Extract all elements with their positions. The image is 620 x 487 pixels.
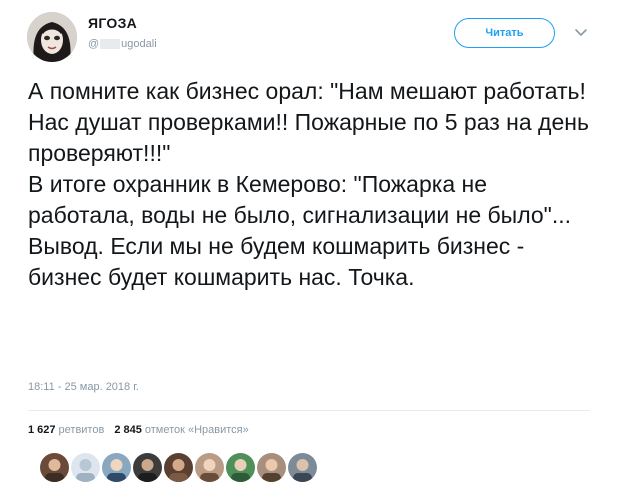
chevron-down-icon[interactable] bbox=[574, 28, 588, 38]
handle-suffix: ugodali bbox=[121, 38, 157, 50]
divider bbox=[28, 410, 590, 411]
tweet-stats: 1 627 ретвитов 2 845 отметок «Нравится» bbox=[28, 424, 249, 436]
liker-avatar[interactable] bbox=[257, 453, 286, 482]
tweet-header: ЯГОЗА @ ugodali Читать bbox=[0, 0, 620, 70]
tweet-text: А помните как бизнес орал: "Нам мешают р… bbox=[28, 78, 589, 290]
liker-avatar[interactable] bbox=[195, 453, 224, 482]
tweet-timestamp[interactable]: 18:11 - 25 мар. 2018 г. bbox=[28, 381, 139, 393]
liker-avatar[interactable] bbox=[164, 453, 193, 482]
likes-label: отметок «Нравится» bbox=[144, 424, 249, 436]
liker-avatar[interactable] bbox=[288, 453, 317, 482]
user-handle[interactable]: @ ugodali bbox=[88, 38, 157, 50]
liker-avatar[interactable] bbox=[133, 453, 162, 482]
handle-prefix: @ bbox=[88, 38, 100, 50]
liker-avatar[interactable] bbox=[71, 453, 100, 482]
liker-avatar[interactable] bbox=[40, 453, 69, 482]
retweets-count: 1 627 bbox=[28, 424, 56, 436]
handle-mask bbox=[100, 39, 121, 50]
avatar[interactable] bbox=[27, 12, 77, 62]
retweets-label: ретвитов bbox=[58, 424, 105, 436]
liker-avatars bbox=[40, 453, 317, 482]
likes-stat[interactable]: 2 845 отметок «Нравится» bbox=[114, 424, 248, 436]
liker-avatar[interactable] bbox=[226, 453, 255, 482]
retweets-stat[interactable]: 1 627 ретвитов bbox=[28, 424, 104, 436]
avatar-image bbox=[27, 12, 77, 62]
user-name[interactable]: ЯГОЗА bbox=[88, 15, 137, 31]
liker-avatar[interactable] bbox=[102, 453, 131, 482]
likes-count: 2 845 bbox=[114, 424, 142, 436]
follow-button[interactable]: Читать bbox=[454, 18, 555, 48]
